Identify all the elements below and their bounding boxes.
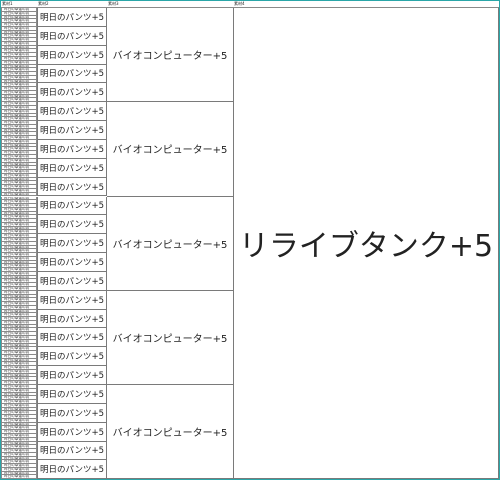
tier2-cell: 明日のパンツ+5 bbox=[37, 8, 107, 27]
tier2-cell: 明日のパンツ+5 bbox=[37, 271, 107, 291]
tier3-cell: バイオコンピューター+5 bbox=[107, 196, 234, 291]
tier2-cell: 明日のパンツ+5 bbox=[37, 441, 107, 461]
tier2-cell: 明日のパンツ+5 bbox=[37, 215, 107, 235]
tier2-cell: 明日のパンツ+5 bbox=[37, 196, 107, 216]
tier2-cell: 明日のパンツ+5 bbox=[37, 253, 107, 272]
tier3-cell: バイオコンピューター+5 bbox=[107, 8, 234, 103]
tier2-cell: 明日のパンツ+5 bbox=[37, 83, 107, 103]
tier2-cell: 明日のパンツ+5 bbox=[37, 309, 107, 329]
tier2-cell: 明日のパンツ+5 bbox=[37, 460, 107, 479]
tier2-cell: 明日のパンツ+5 bbox=[37, 26, 107, 46]
tier2-cell: 明日のパンツ+5 bbox=[37, 102, 107, 122]
tier2-cell: 明日のパンツ+5 bbox=[37, 422, 107, 442]
tier2-cell: 明日のパンツ+5 bbox=[37, 234, 107, 254]
tier3-cell: バイオコンピューター+5 bbox=[107, 385, 234, 479]
tier2-cell: 明日のパンツ+5 bbox=[37, 177, 107, 197]
tier2-cell: 明日のパンツ+5 bbox=[37, 121, 107, 140]
tier2-cell: 明日のパンツ+5 bbox=[37, 366, 107, 385]
tier3-cell: バイオコンピューター+5 bbox=[107, 290, 234, 385]
tier4-cell: リライブタンク+5 bbox=[234, 8, 499, 479]
tier2-cell: 明日のパンツ+5 bbox=[37, 64, 107, 84]
tier2-cell: 明日のパンツ+5 bbox=[37, 328, 107, 348]
tier2-cell: 明日のパンツ+5 bbox=[37, 45, 107, 65]
tier1-cell: 昨日の幸運の羽 bbox=[1, 475, 37, 479]
tier2-cell: 明日のパンツ+5 bbox=[37, 290, 107, 310]
tier3-cell: バイオコンピューター+5 bbox=[107, 102, 234, 197]
tier2-cell: 明日のパンツ+5 bbox=[37, 347, 107, 367]
tier2-cell: 明日のパンツ+5 bbox=[37, 139, 107, 159]
tier2-cell: 明日のパンツ+5 bbox=[37, 403, 107, 423]
tree-sheet: 素材1 素材2 素材3 素材4 昨日の幸運の羽 昨日の幸運の羽 昨日の幸運の羽 昨日の… bbox=[0, 0, 500, 480]
tier2-cell: 明日のパンツ+5 bbox=[37, 385, 107, 404]
tier2-cell: 明日のパンツ+5 bbox=[37, 158, 107, 178]
